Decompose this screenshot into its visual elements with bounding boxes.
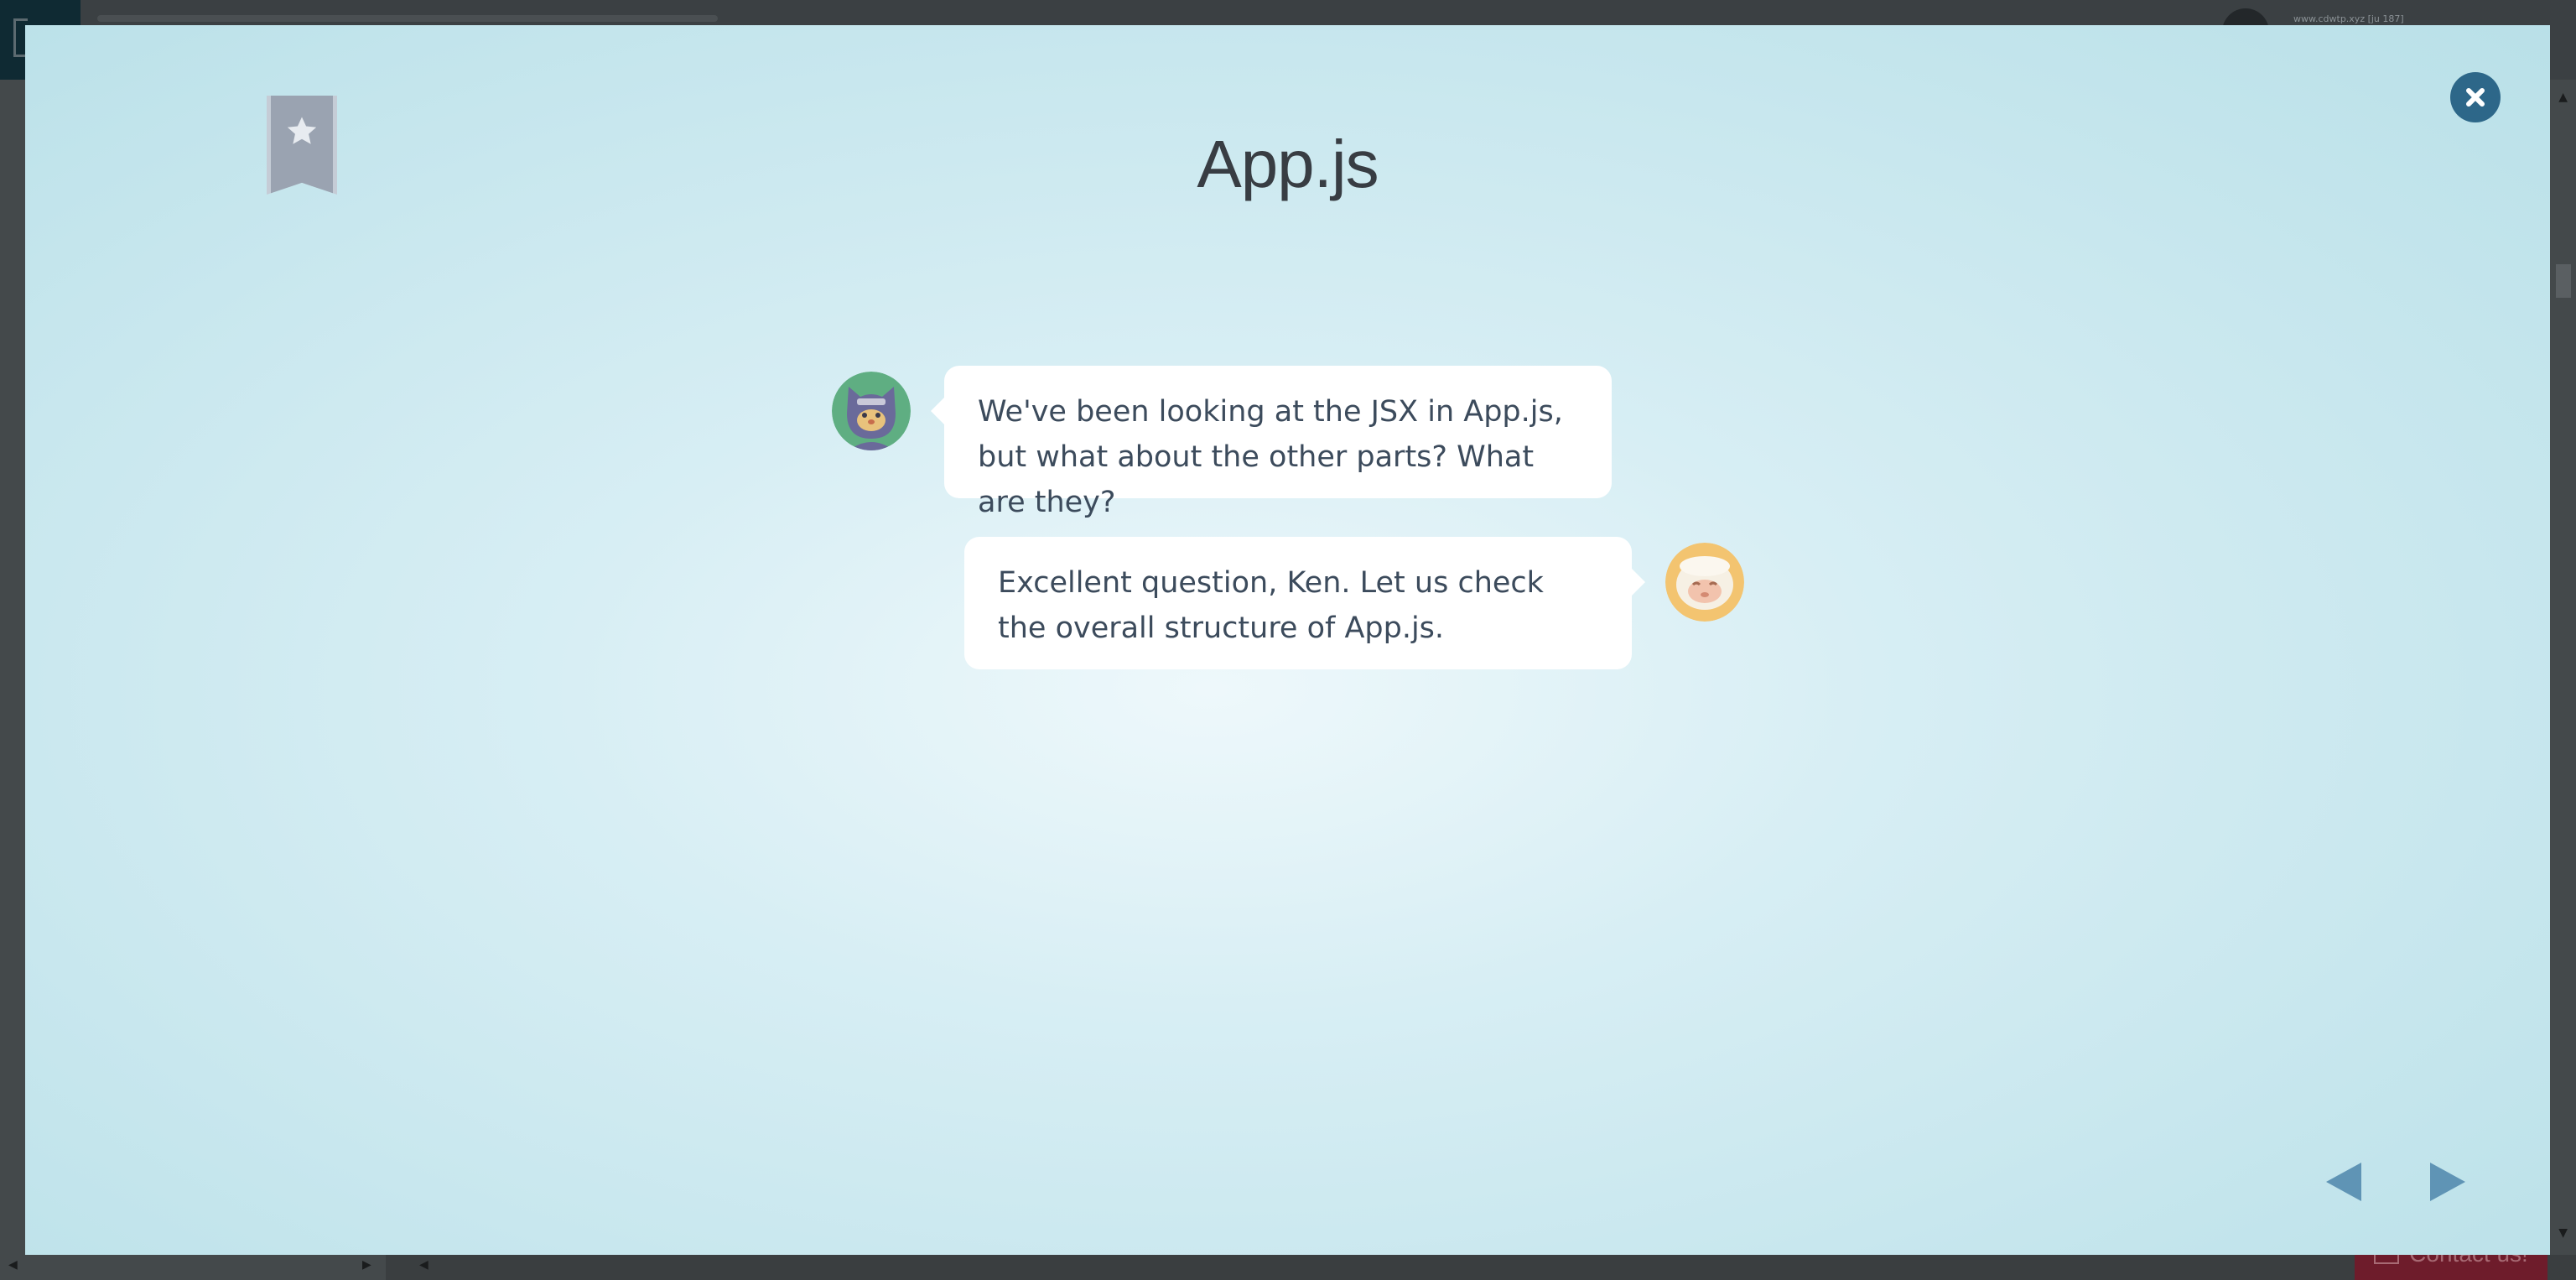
close-button[interactable] [2450,72,2501,122]
page-title: App.js [1197,127,1379,201]
scrollbar-thumb[interactable] [2556,264,2571,298]
background-scrollbar[interactable] [2549,80,2576,1280]
next-button[interactable] [2428,1161,2467,1206]
ken-avatar [832,372,911,450]
background-left-panel [0,80,25,1280]
scroll-left-arrow-icon[interactable]: ◀ [419,1258,428,1272]
previous-button[interactable] [2324,1161,2363,1206]
chat-bubble-ken: We've been looking at the JSX in App.js,… [931,366,1612,519]
triangle-left-icon [2326,1163,2361,1201]
user-info-text: www.cdwtp.xyz [ju 187] [2293,13,2404,24]
triangle-right-icon [2430,1163,2465,1201]
background-bottom-panel [0,1255,386,1280]
scroll-right-arrow-icon[interactable]: ▶ [362,1258,371,1272]
background-search-bar [97,15,718,22]
close-icon [2466,88,2485,107]
lesson-modal: App.js We've been looking at the JSX in … [25,25,2550,1255]
teacher-avatar [1665,543,1744,622]
scroll-down-arrow-icon[interactable]: ▼ [2558,1226,2568,1240]
background-bottom-bar [0,1255,2576,1280]
scroll-up-arrow-icon[interactable]: ▲ [2558,91,2568,104]
chat-bubble-teacher: Excellent question, Ken. Let us check th… [964,537,1645,669]
scroll-left-arrow-icon[interactable]: ◀ [8,1258,18,1272]
